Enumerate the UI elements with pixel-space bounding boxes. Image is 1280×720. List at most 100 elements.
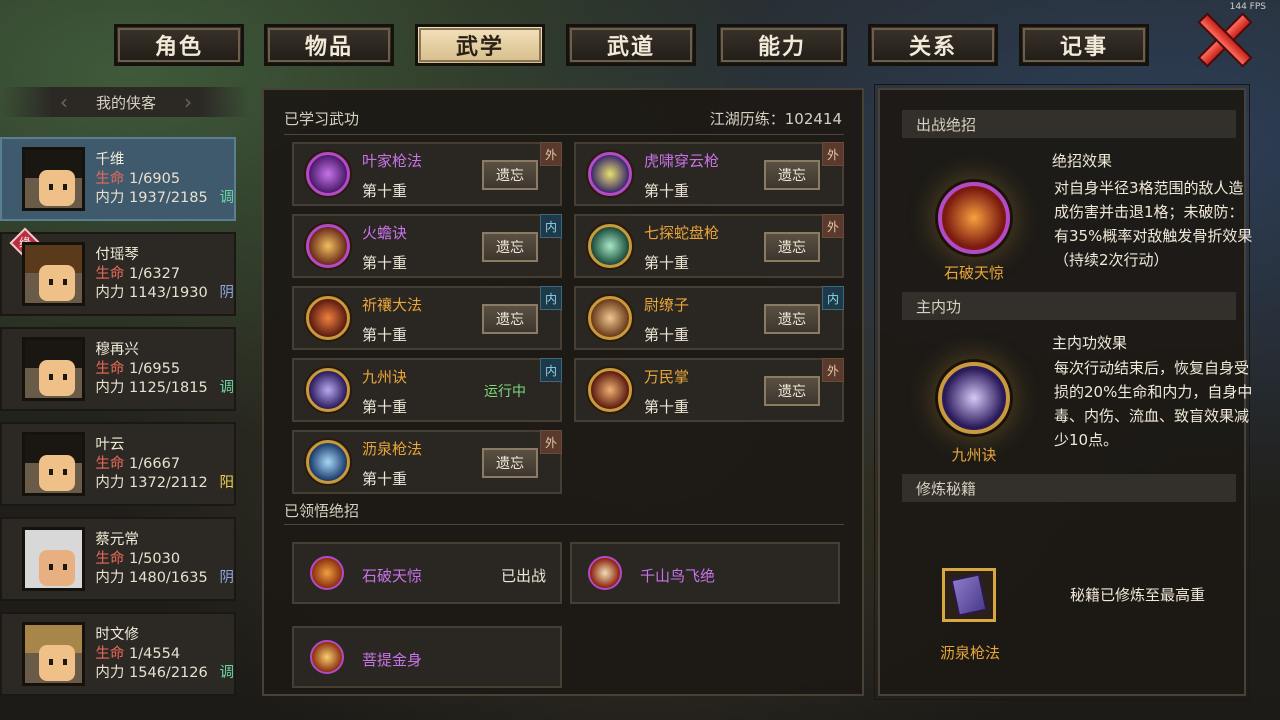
skill-type-badge: 外 bbox=[822, 358, 844, 382]
forget-button[interactable]: 遗忘 bbox=[482, 304, 538, 334]
roster-card-fuyaoqin[interactable]: 缘 付瑶琴 生命 1/6327 内力 1143/1930阴 bbox=[0, 227, 236, 316]
status-badge: 阴 bbox=[219, 284, 235, 301]
forget-button[interactable]: 遗忘 bbox=[764, 304, 820, 334]
skill-card[interactable]: 祈禳大法 第十重 遗忘 内 bbox=[292, 286, 562, 350]
ultimate-effect-label: 绝招效果 bbox=[1052, 152, 1113, 170]
skill-level: 第十重 bbox=[644, 326, 690, 344]
ultimate-card[interactable]: 菩提金身 bbox=[292, 626, 562, 688]
hp-label: 生命 bbox=[95, 170, 125, 187]
roster-card-shiwenxiu[interactable]: 时文修 生命 1/4554 内力 1546/2126 调 bbox=[0, 612, 236, 696]
status-badge: 调 bbox=[219, 664, 235, 681]
skill-name: 七探蛇盘枪 bbox=[644, 224, 720, 242]
snake-spear-icon bbox=[588, 224, 632, 268]
hp-value: 1/6667 bbox=[129, 455, 181, 472]
status-badge: 调 bbox=[219, 379, 235, 396]
skill-type-badge: 外 bbox=[822, 214, 844, 238]
explosion-icon bbox=[310, 556, 344, 590]
skill-level: 第十重 bbox=[644, 398, 690, 416]
avatar bbox=[22, 337, 86, 401]
golden-body-icon bbox=[310, 640, 344, 674]
skill-card[interactable]: 尉缭子 第十重 遗忘 内 bbox=[574, 286, 844, 350]
mp-value: 1937/2185 bbox=[129, 189, 208, 206]
skill-type-badge: 外 bbox=[822, 142, 844, 166]
skill-card[interactable]: 火蟾诀 第十重 遗忘 内 bbox=[292, 214, 562, 278]
forget-button[interactable]: 遗忘 bbox=[482, 448, 538, 478]
skill-level: 第十重 bbox=[362, 326, 408, 344]
roster-card-qianwei[interactable]: 千维 生命 1/6905 内力 1937/2185 调 bbox=[0, 137, 236, 221]
inner-effect-text: 每次行动结束后，恢复自身受损的20%生命和内力，自身中毒、内伤、流血、致盲效果减… bbox=[1054, 359, 1253, 449]
ultimate-card[interactable]: 石破天惊 已出战 bbox=[292, 542, 562, 604]
palm-icon bbox=[588, 368, 632, 412]
manual-book-icon[interactable] bbox=[942, 568, 996, 622]
tab-abilities[interactable]: 能力 bbox=[717, 24, 847, 66]
mp-value: 1546/2126 bbox=[129, 664, 208, 681]
mp-label: 内力 bbox=[95, 284, 125, 301]
battle-ultimate-name: 石破天惊 bbox=[943, 264, 1004, 282]
inner-art-name: 九州诀 bbox=[951, 446, 997, 464]
skill-name: 火蟾诀 bbox=[362, 224, 408, 242]
tab-martial-way[interactable]: 武道 bbox=[566, 24, 696, 66]
tab-relations[interactable]: 关系 bbox=[868, 24, 998, 66]
pillars-icon bbox=[306, 368, 350, 412]
skill-name: 沥泉枪法 bbox=[362, 440, 423, 458]
roster-card-muzaixing[interactable]: 穆再兴 生命 1/6955 内力 1125/1815 调 bbox=[0, 327, 236, 411]
experience-readout: 江湖历练：102414 bbox=[709, 110, 842, 128]
skill-card[interactable]: 虎啸穿云枪 第十重 遗忘 外 bbox=[574, 142, 844, 206]
skill-level: 第十重 bbox=[362, 182, 408, 200]
details-panel: 出战绝招 石破天惊 绝招效果 对自身半径3格范围的敌人造成伤害并击退1格；未破防… bbox=[874, 84, 1252, 700]
tab-journal[interactable]: 记事 bbox=[1019, 24, 1149, 66]
skill-name: 万民掌 bbox=[644, 368, 690, 386]
avatar bbox=[22, 242, 86, 306]
hp-value: 1/6327 bbox=[129, 265, 181, 282]
skill-card[interactable]: 沥泉枪法 第十重 遗忘 外 bbox=[292, 430, 562, 494]
roster-card-yeyun[interactable]: 叶云 生命 1/6667 内力 1372/2112 阳 bbox=[0, 422, 236, 506]
skill-level: 第十重 bbox=[362, 254, 408, 272]
skill-name: 叶家枪法 bbox=[362, 152, 423, 170]
tab-martial-arts[interactable]: 武学 bbox=[415, 24, 545, 66]
forget-button[interactable]: 遗忘 bbox=[764, 160, 820, 190]
mp-label: 内力 bbox=[95, 474, 125, 491]
hp-label: 生命 bbox=[95, 360, 125, 377]
forget-button[interactable]: 遗忘 bbox=[482, 232, 538, 262]
mp-value: 1125/1815 bbox=[129, 379, 208, 396]
character-name: 付瑶琴 bbox=[95, 246, 139, 263]
character-name: 时文修 bbox=[95, 626, 139, 643]
forget-button[interactable]: 遗忘 bbox=[764, 232, 820, 262]
skill-card[interactable]: 九州诀 第十重 运行中 内 bbox=[292, 358, 562, 422]
fps-counter: 144 FPS bbox=[1229, 2, 1266, 12]
pillars-icon[interactable] bbox=[938, 362, 1010, 434]
tab-items[interactable]: 物品 bbox=[264, 24, 394, 66]
skill-card[interactable]: 七探蛇盘枪 第十重 遗忘 外 bbox=[574, 214, 844, 278]
forget-button[interactable]: 遗忘 bbox=[764, 376, 820, 406]
mp-label: 内力 bbox=[95, 569, 125, 586]
skill-type-badge: 内 bbox=[822, 286, 844, 310]
explosion-icon[interactable] bbox=[938, 182, 1010, 254]
ultimate-name: 千山鸟飞绝 bbox=[640, 567, 716, 585]
close-icon[interactable] bbox=[1196, 12, 1248, 64]
skill-level: 第十重 bbox=[362, 470, 408, 488]
skill-name: 九州诀 bbox=[362, 368, 408, 386]
avatar bbox=[22, 147, 86, 211]
avatar bbox=[22, 527, 86, 591]
skill-type-badge: 外 bbox=[540, 142, 562, 166]
mountain-bird-icon bbox=[588, 556, 622, 590]
avatar bbox=[22, 622, 86, 686]
skill-type-badge: 外 bbox=[540, 430, 562, 454]
skill-name: 祈禳大法 bbox=[362, 296, 423, 314]
ultimate-card[interactable]: 千山鸟飞绝 bbox=[570, 542, 840, 604]
tab-character[interactable]: 角色 bbox=[114, 24, 244, 66]
roster-card-caiyuanchang[interactable]: 蔡元常 生命 1/5030 内力 1480/1635 阴 bbox=[0, 517, 236, 601]
status-badge: 阴 bbox=[219, 569, 235, 586]
skill-card[interactable]: 叶家枪法 第十重 遗忘 外 bbox=[292, 142, 562, 206]
ultimate-name: 石破天惊 bbox=[362, 567, 423, 585]
spear-icon bbox=[306, 152, 350, 196]
manual-header: 修炼秘籍 bbox=[902, 474, 1236, 502]
ritual-icon bbox=[306, 296, 350, 340]
forget-button[interactable]: 遗忘 bbox=[482, 160, 538, 190]
skill-card[interactable]: 万民掌 第十重 遗忘 外 bbox=[574, 358, 844, 422]
martial-arts-panel: 已学习武功 江湖历练：102414 叶家枪法 第十重 遗忘 外 虎啸穿云枪 第十… bbox=[262, 88, 864, 696]
inner-effect-label: 主内功效果 bbox=[1052, 334, 1128, 352]
mp-value: 1372/2112 bbox=[129, 474, 208, 491]
skill-level: 第十重 bbox=[644, 254, 690, 272]
skill-type-badge: 内 bbox=[540, 286, 562, 310]
